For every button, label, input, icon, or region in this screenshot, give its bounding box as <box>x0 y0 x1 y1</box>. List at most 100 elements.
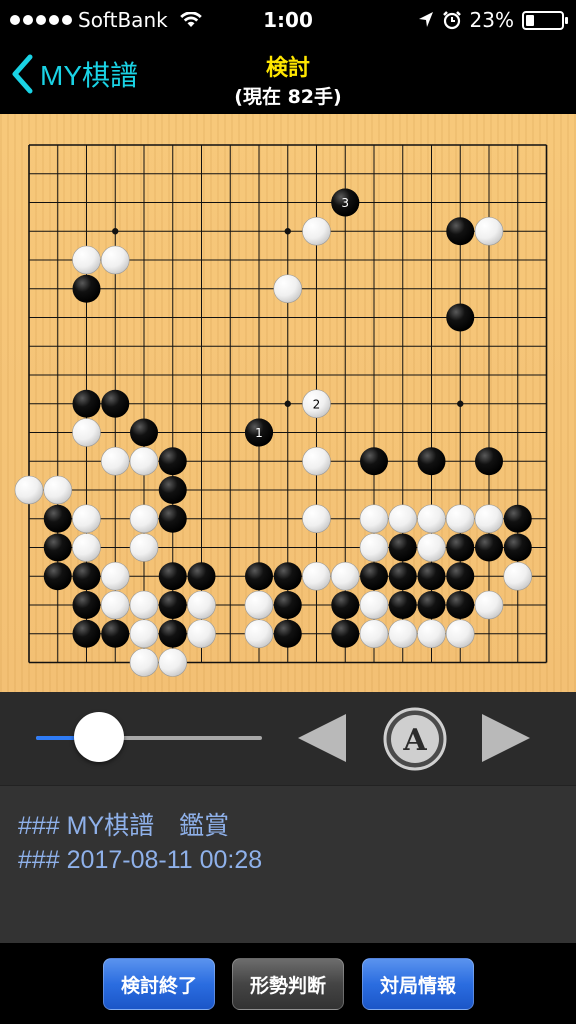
black-stone-disc <box>360 447 388 476</box>
white-stone <box>388 619 418 649</box>
black-stone <box>446 217 475 246</box>
black-stone-disc <box>446 533 475 562</box>
navigation-bar: MY棋譜 検討 (現在 82手) <box>0 40 576 114</box>
bottom-toolbar: 検討終了 形勢判断 対局情報 <box>0 943 576 1024</box>
black-stone <box>417 562 446 591</box>
white-stone-disc <box>417 533 446 562</box>
white-stone-disc <box>72 418 101 447</box>
white-stone <box>302 446 331 476</box>
move-number-label: 2 <box>313 397 321 411</box>
game-info-button[interactable]: 対局情報 <box>362 958 474 1010</box>
comment-area[interactable]: ### MY棋譜 鑑賞 ### 2017-08-11 00:28 <box>0 785 576 943</box>
white-stone <box>302 561 331 591</box>
black-stone <box>388 562 417 591</box>
black-stone-disc <box>72 619 101 648</box>
black-stone <box>446 303 475 332</box>
move-slider[interactable] <box>36 736 262 740</box>
previous-move-button[interactable] <box>294 710 350 766</box>
move-slider-thumb[interactable] <box>74 712 125 762</box>
end-review-button[interactable]: 検討終了 <box>103 958 215 1010</box>
status-right: 23% <box>418 8 568 32</box>
go-board-canvas[interactable]: 1 2 3 <box>0 114 576 692</box>
black-stone-disc <box>446 303 475 332</box>
comment-line-1: ### MY棋譜 鑑賞 <box>18 812 230 840</box>
white-stone-disc <box>302 561 331 591</box>
next-move-button[interactable] <box>478 710 534 766</box>
black-stone-disc <box>43 533 72 562</box>
black-stone <box>446 591 475 619</box>
black-stone-disc <box>446 562 475 591</box>
black-stone-disc <box>101 619 130 648</box>
black-stone <box>101 389 130 418</box>
auto-play-button[interactable]: A <box>382 706 448 772</box>
white-stone-disc <box>474 216 504 246</box>
white-stone <box>100 446 130 476</box>
black-stone-disc <box>475 533 503 562</box>
black-stone-disc <box>503 504 532 533</box>
black-stone <box>130 418 158 447</box>
white-stone-disc <box>244 619 274 649</box>
black-stone-disc <box>475 447 503 476</box>
white-stone-disc <box>72 504 101 534</box>
star-point <box>112 228 119 235</box>
black-stone-disc <box>72 389 101 418</box>
black-stone <box>273 591 302 619</box>
location-arrow-icon <box>418 12 433 27</box>
white-stone <box>445 504 475 534</box>
white-stone-disc <box>158 648 188 677</box>
black-stone <box>158 504 187 533</box>
go-board[interactable]: 1 2 3 <box>0 114 576 692</box>
black-stone <box>158 619 187 648</box>
black-stone <box>72 619 101 648</box>
white-stone <box>359 590 389 620</box>
white-stone-disc <box>14 475 44 505</box>
black-stone <box>446 533 475 562</box>
white-stone-disc <box>388 504 418 534</box>
position-evaluation-button[interactable]: 形勢判断 <box>232 958 344 1010</box>
white-stone <box>158 648 188 677</box>
black-stone-disc <box>388 533 417 562</box>
white-stone-disc <box>129 446 159 476</box>
black-stone-disc <box>158 619 187 648</box>
white-stone: 2 <box>302 389 331 419</box>
black-stone-disc <box>101 389 130 418</box>
white-stone-disc <box>474 504 504 534</box>
white-stone-disc <box>388 619 418 649</box>
star-point <box>284 228 291 235</box>
black-stone-disc <box>503 533 532 562</box>
white-stone-disc <box>503 561 533 591</box>
white-stone-disc <box>129 504 159 534</box>
black-stone-disc <box>273 591 302 619</box>
white-stone-disc <box>359 504 389 534</box>
white-stone <box>445 619 475 649</box>
white-stone-disc <box>359 619 389 649</box>
white-stone <box>302 216 331 246</box>
black-stone <box>72 562 101 591</box>
white-stone-disc <box>273 274 303 304</box>
white-stone <box>14 475 44 505</box>
black-stone <box>43 504 72 533</box>
white-stone <box>129 504 159 534</box>
white-stone <box>43 475 73 505</box>
white-stone <box>302 504 331 534</box>
black-stone <box>187 562 216 591</box>
white-stone-disc <box>100 561 130 591</box>
white-stone <box>417 619 446 649</box>
white-stone-disc <box>330 561 360 591</box>
white-stone <box>129 619 159 649</box>
black-stone-disc <box>158 591 187 619</box>
auto-play-label: A <box>402 723 427 758</box>
white-stone <box>388 504 418 534</box>
black-stone <box>417 447 446 476</box>
white-stone <box>244 590 274 620</box>
white-stone <box>474 504 504 534</box>
white-stone-disc <box>474 590 504 620</box>
white-stone-disc <box>72 533 101 562</box>
black-stone-disc <box>72 274 101 303</box>
white-stone <box>129 590 159 620</box>
black-stone-disc <box>158 476 187 504</box>
white-stone-disc <box>72 245 101 275</box>
white-stone-disc <box>445 619 475 649</box>
white-stone <box>187 619 216 649</box>
white-stone <box>330 561 360 591</box>
